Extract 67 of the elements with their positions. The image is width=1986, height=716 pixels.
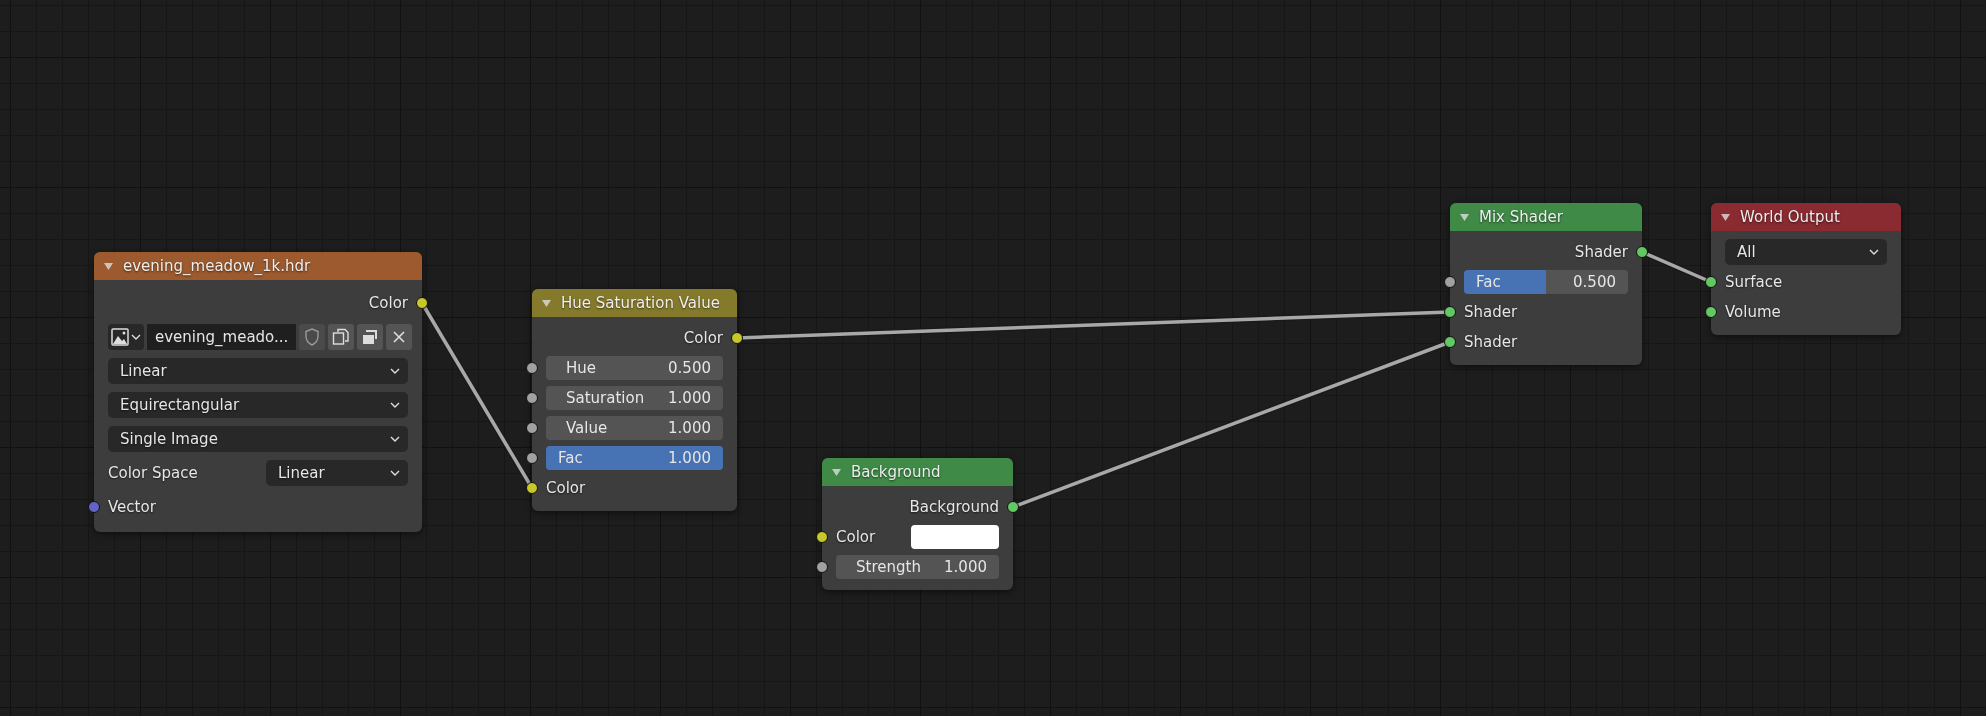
socket[interactable] [526,362,538,374]
socket[interactable] [1636,246,1648,258]
socket[interactable] [416,297,428,309]
number-field[interactable]: Strength 1.000 [836,555,999,579]
socket-label: Vector [108,498,156,516]
chevron-icon [131,334,141,340]
node-title: Background [851,463,941,481]
image-name-field[interactable]: evening_meado... [147,324,297,350]
socket[interactable] [1444,276,1456,288]
socket-label: Color [683,329,723,347]
collapse-triangle-icon[interactable] [1721,213,1730,221]
node-title: Hue Saturation Value [561,294,720,312]
chevron-icon [390,436,400,442]
fake-user-button[interactable] [299,324,326,350]
number-field[interactable]: Saturation 1.000 [546,386,723,410]
socket[interactable] [1444,336,1456,348]
chevron-icon [390,470,400,476]
dropdown[interactable]: Linear [266,460,408,486]
socket[interactable] [1007,501,1019,513]
number-field[interactable]: Hue 0.500 [546,356,723,380]
color-swatch[interactable] [911,525,999,549]
close-icon [392,330,407,344]
socket[interactable] [526,452,538,464]
dropdown[interactable]: Single Image [108,426,408,452]
copy-icon [332,328,351,346]
socket[interactable] [1705,276,1717,288]
socket-label: Color [836,528,876,546]
node-title: evening_meadow_1k.hdr [123,257,311,275]
chevron-icon [390,402,400,408]
socket[interactable] [731,332,743,344]
open-button[interactable] [357,324,384,350]
collapse-triangle-icon[interactable] [104,262,113,270]
socket[interactable] [526,422,538,434]
socket-label: Shader [1464,303,1518,321]
image-icon [111,328,129,346]
number-field[interactable]: Value 1.000 [546,416,723,440]
slider-field[interactable]: Fac 1.000 [546,446,723,470]
chevron-icon [390,368,400,374]
dropdown[interactable]: Equirectangular [108,392,408,418]
socket[interactable] [816,531,828,543]
socket-label: Color [546,479,586,497]
socket-label: Background [909,498,999,516]
node-title: Mix Shader [1479,208,1563,226]
duplicate-button[interactable] [328,324,355,350]
collapse-triangle-icon[interactable] [832,468,841,476]
image-browse-button[interactable] [108,324,144,350]
socket[interactable] [526,482,538,494]
socket-label: Shader [1574,243,1628,261]
socket[interactable] [1444,306,1456,318]
socket-label: Surface [1725,273,1783,291]
stack-icon [361,328,380,346]
socket[interactable] [1705,306,1717,318]
collapse-triangle-icon[interactable] [1460,213,1469,221]
close-button[interactable] [386,324,413,350]
socket-label: Shader [1464,333,1518,351]
socket[interactable] [816,561,828,573]
chevron-icon [1869,249,1879,255]
socket[interactable] [526,392,538,404]
shield-icon [304,328,321,346]
dropdown[interactable]: Linear [108,358,408,384]
field-label: Color Space [108,464,198,482]
socket-label: Color [368,294,408,312]
dropdown[interactable]: All [1725,239,1887,265]
socket-label: Volume [1725,303,1781,321]
collapse-triangle-icon[interactable] [542,299,551,307]
node-title: World Output [1740,208,1840,226]
slider-field[interactable]: Fac 0.500 [1464,270,1628,294]
